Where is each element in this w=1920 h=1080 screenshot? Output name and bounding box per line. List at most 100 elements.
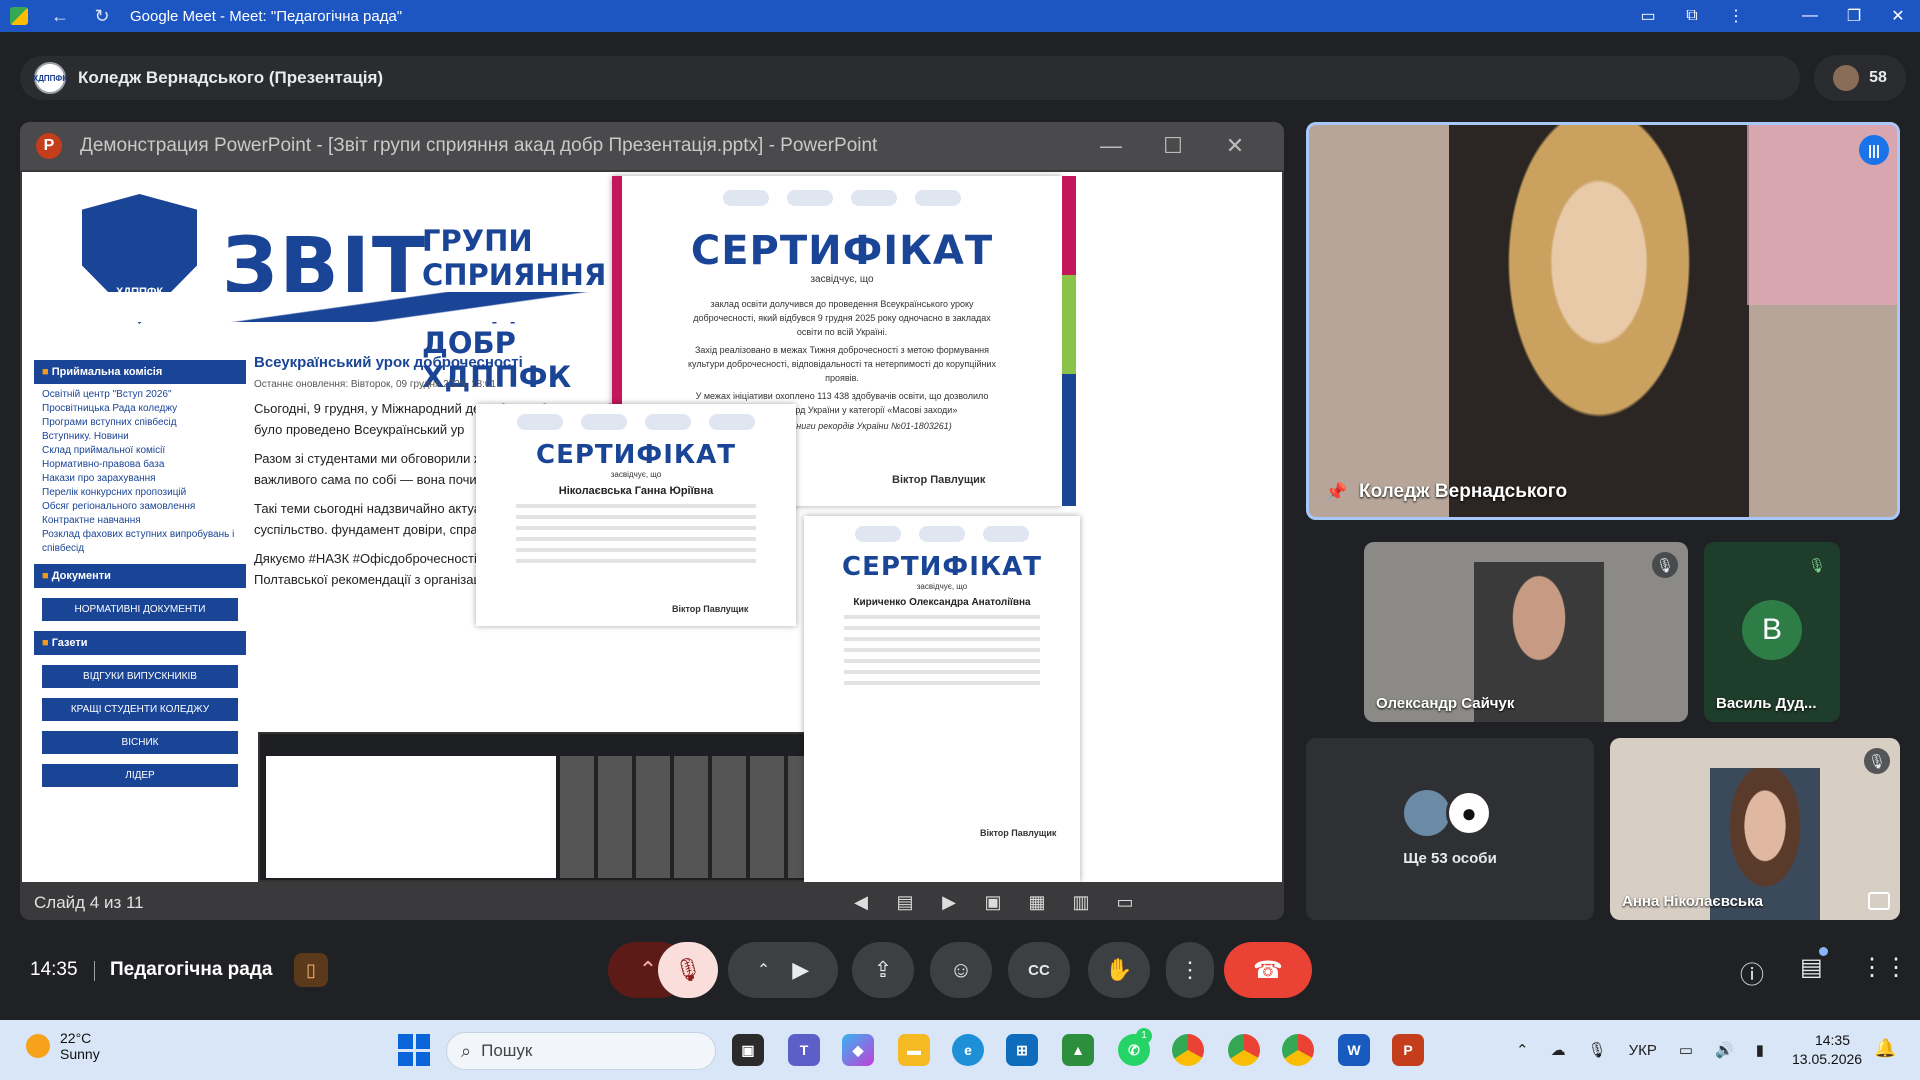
normal-view-icon[interactable]: ▣ bbox=[980, 888, 1006, 916]
list-item: Обсяг регіонального замовлення bbox=[42, 501, 196, 512]
pinned-video-tile[interactable]: ||| 📌 Коледж Вернадського bbox=[1306, 122, 1900, 520]
store-icon[interactable]: ⊞ bbox=[1006, 1034, 1038, 1066]
participant-name: Олександр Сайчук bbox=[1376, 695, 1515, 712]
reading-view-icon[interactable]: ▥ bbox=[1068, 888, 1094, 916]
close-window-button[interactable]: ✕ bbox=[1876, 6, 1920, 26]
windows-taskbar: 22°C Sunny ⌕ Пошук ▣ T ◆ ▬ e ⊞ ▲ ✆ 1 W P… bbox=[0, 1020, 1920, 1080]
sidebar-button: ЛІДЕР bbox=[42, 764, 238, 787]
ppt-close-button[interactable]: ✕ bbox=[1200, 122, 1270, 170]
avatar bbox=[1404, 790, 1450, 836]
sidebar-heading-newspapers: Газети bbox=[34, 631, 246, 655]
edge-icon[interactable]: e bbox=[952, 1034, 984, 1066]
ppt-minimize-button[interactable]: — bbox=[1076, 122, 1146, 170]
reload-icon[interactable]: ↻ bbox=[92, 6, 112, 27]
camera-toggle-button[interactable]: ⌃ ▶ bbox=[728, 942, 838, 998]
slideshow-controls: ◀ ▤ ▶ ▣ ▦ ▥ ▭ bbox=[848, 888, 1138, 916]
browser-titlebar: ← ↻ Google Meet - Meet: "Педагогічна рад… bbox=[0, 0, 1920, 32]
search-icon: ⌕ bbox=[461, 1040, 472, 1061]
meeting-name: Педагогічна рада bbox=[110, 959, 273, 980]
activities-icon[interactable]: ⋮⋮ bbox=[1860, 953, 1908, 982]
list-item: Накази про зарахування bbox=[42, 473, 156, 484]
file-explorer-icon[interactable]: ▬ bbox=[898, 1034, 930, 1066]
extensions-icon[interactable]: ⧉ bbox=[1670, 7, 1714, 25]
fullscreen-icon[interactable] bbox=[1868, 892, 1890, 910]
minimize-button[interactable]: — bbox=[1788, 7, 1832, 25]
whatsapp-badge: 1 bbox=[1136, 1028, 1152, 1044]
back-arrow-icon[interactable]: ← bbox=[50, 6, 70, 27]
slide-canvas: ХДППФК ЗВІТ ГРУПИ СПРИЯННЯ АКАДЕМІЧНІЙ Д… bbox=[22, 172, 1282, 882]
microphone-icon[interactable]: 🎙 bbox=[1588, 1041, 1607, 1059]
list-item: Нормативно-правова база bbox=[42, 459, 165, 470]
camera-icon[interactable]: ▭ bbox=[1626, 6, 1670, 26]
more-menu-icon[interactable]: ⋮ bbox=[1714, 6, 1758, 26]
notifications-icon[interactable]: 🔔 bbox=[1874, 1038, 1896, 1059]
slide-sorter-icon[interactable]: ▦ bbox=[1024, 888, 1050, 916]
chevron-up-icon[interactable]: ⌃ bbox=[1516, 1041, 1529, 1059]
list-item: Перелік конкурсних пропозицій bbox=[42, 487, 187, 498]
mic-off-icon: 🎙 bbox=[1808, 556, 1826, 573]
taskbar-clock[interactable]: 14:35 13.05.2026 bbox=[1792, 1031, 1863, 1069]
avatar: В bbox=[1742, 600, 1802, 660]
copilot-icon[interactable]: ◆ bbox=[842, 1034, 874, 1066]
building-icon[interactable]: ▯ bbox=[294, 953, 328, 987]
green-app-icon[interactable]: ▲ bbox=[1062, 1034, 1094, 1066]
leave-call-button[interactable]: ☎ bbox=[1224, 942, 1312, 998]
weather-widget[interactable]: 22°C Sunny bbox=[26, 1030, 100, 1062]
sidebar-heading-admissions: Приймальна комісія bbox=[34, 360, 246, 384]
reactions-button[interactable]: ☺ bbox=[930, 942, 992, 998]
pin-icon[interactable]: 📌 bbox=[1325, 482, 1347, 503]
next-slide-icon[interactable]: ▶ bbox=[936, 888, 962, 916]
slide-counter: Слайд 4 из 11 bbox=[34, 893, 144, 912]
teams-icon[interactable]: T bbox=[788, 1034, 820, 1066]
present-button[interactable]: ⇪ bbox=[852, 942, 914, 998]
video-tile[interactable]: В 🎙 Василь Дуд... bbox=[1704, 542, 1840, 722]
person-icon: ● bbox=[1446, 790, 1492, 836]
video-tile[interactable]: 🎙 Анна Ніколаєвська bbox=[1610, 738, 1900, 920]
participant-video bbox=[1449, 125, 1749, 517]
chrome-profile-icon[interactable] bbox=[1228, 1034, 1260, 1066]
list-item: Склад приймальної комісії bbox=[42, 445, 166, 456]
chrome-profile-icon[interactable] bbox=[1282, 1034, 1314, 1066]
battery-icon[interactable]: ▮ bbox=[1756, 1041, 1764, 1059]
meeting-time: 14:35 bbox=[30, 959, 78, 980]
meeting-details-icon[interactable]: ⓘ bbox=[1740, 955, 1764, 990]
meeting-screenshot-image bbox=[258, 732, 828, 882]
powerpoint-icon[interactable]: P bbox=[1392, 1034, 1424, 1066]
network-icon[interactable]: ▭ bbox=[1679, 1041, 1693, 1059]
captions-button[interactable]: CC bbox=[1008, 942, 1070, 998]
mic-off-icon: 🎙 bbox=[1652, 552, 1678, 578]
participant-name: Анна Ніколаєвська bbox=[1622, 893, 1763, 910]
certificate-text: Захід реалізовано в межах Тижня доброчес… bbox=[688, 345, 996, 383]
certificate-text: заклад освіти долучився до проведення Вс… bbox=[693, 299, 991, 337]
others-count: Ще 53 особи bbox=[1403, 850, 1497, 867]
task-view-icon[interactable]: ▣ bbox=[732, 1034, 764, 1066]
ppt-maximize-button[interactable]: ☐ bbox=[1138, 122, 1208, 170]
cloud-off-icon[interactable]: ☁ bbox=[1551, 1041, 1566, 1059]
volume-icon[interactable]: 🔊 bbox=[1715, 1041, 1734, 1059]
slide-list-icon[interactable]: ▤ bbox=[892, 888, 918, 916]
certificate-subtitle: засвідчує, що bbox=[610, 470, 662, 479]
restore-button[interactable]: ❐ bbox=[1832, 6, 1876, 26]
taskbar-date: 13.05.2026 bbox=[1792, 1051, 1863, 1067]
participants-button[interactable]: 58 bbox=[1814, 55, 1906, 101]
taskbar-time: 14:35 bbox=[1814, 1032, 1850, 1048]
slideshow-icon[interactable]: ▭ bbox=[1112, 888, 1138, 916]
chat-icon[interactable]: ▤ bbox=[1800, 953, 1823, 982]
start-button[interactable] bbox=[398, 1034, 430, 1066]
more-options-button[interactable]: ⋮ bbox=[1166, 942, 1214, 998]
word-icon[interactable]: W bbox=[1338, 1034, 1370, 1066]
powerpoint-titlebar: P Демонстрация PowerPoint - [Звіт групи … bbox=[20, 122, 1284, 170]
taskbar-search[interactable]: ⌕ Пошук bbox=[446, 1032, 716, 1070]
language-indicator[interactable]: УКР bbox=[1629, 1042, 1657, 1059]
video-tile[interactable]: 🎙 Олександр Сайчук bbox=[1364, 542, 1688, 722]
raise-hand-button[interactable]: ✋ bbox=[1088, 942, 1150, 998]
previous-slide-icon[interactable]: ◀ bbox=[848, 888, 874, 916]
mic-toggle-button[interactable]: 🎙 bbox=[658, 942, 718, 998]
powerpoint-statusbar: Слайд 4 из 11 ◀ ▤ ▶ ▣ ▦ ▥ ▭ bbox=[20, 886, 1284, 920]
chrome-icon[interactable] bbox=[1172, 1034, 1204, 1066]
certificate-edge bbox=[1062, 176, 1076, 506]
list-item: Вступнику. Новини bbox=[42, 431, 129, 442]
certificate-logos bbox=[622, 190, 1062, 206]
others-tile[interactable]: ● Ще 53 особи bbox=[1306, 738, 1594, 920]
captions-icon: CC bbox=[1028, 961, 1050, 979]
